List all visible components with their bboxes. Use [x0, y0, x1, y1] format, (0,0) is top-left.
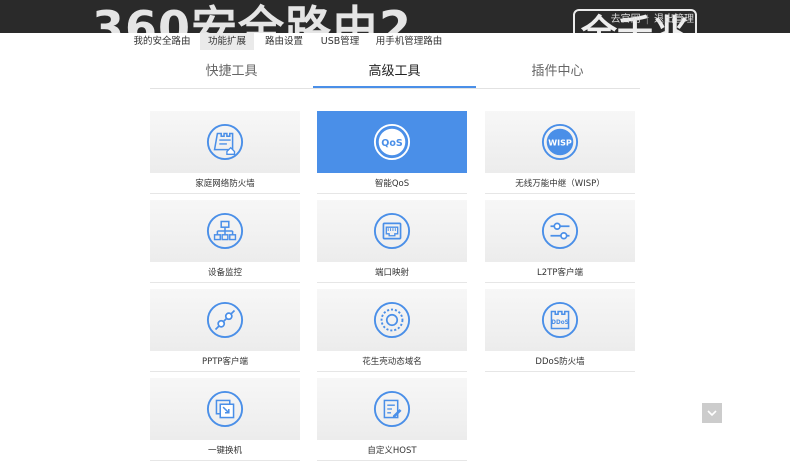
- tool-card-device-monitor[interactable]: 设备监控: [150, 200, 300, 283]
- tool-label: 智能QoS: [317, 173, 467, 194]
- tool-card-port-mapping[interactable]: 端口映射: [317, 200, 467, 283]
- tool-label: 端口映射: [317, 262, 467, 283]
- brand-logo: 360安全路由2: [92, 1, 413, 33]
- ddos-firewall-icon: DDoS: [541, 301, 579, 339]
- main-nav: 我的安全路由 功能扩展 路由设置 USB管理 用手机管理路由: [0, 33, 790, 50]
- nav-mobile[interactable]: 用手机管理路由: [375, 33, 443, 50]
- tool-card-qos[interactable]: QoS 智能QoS: [317, 111, 467, 194]
- tool-tabs: 快捷工具 高级工具 插件中心: [150, 60, 640, 89]
- tool-card-one-click-switch[interactable]: 一键换机: [150, 378, 300, 461]
- nav-my-router[interactable]: 我的安全路由: [133, 33, 191, 50]
- tool-card-l2tp[interactable]: L2TP客户端: [485, 200, 635, 283]
- tab-quick-tools[interactable]: 快捷工具: [150, 60, 313, 87]
- ddns-peanut-icon: [373, 301, 411, 339]
- tool-card-ddns[interactable]: 花生壳动态域名: [317, 289, 467, 372]
- tool-label: 一键换机: [150, 440, 300, 461]
- tool-label: PPTP客户端: [150, 351, 300, 372]
- tool-card-custom-host[interactable]: 自定义HOST: [317, 378, 467, 461]
- top-header: 360安全路由2 全千兆 去官网|退出管理: [0, 0, 790, 33]
- qos-icon: QoS: [373, 123, 411, 161]
- tool-label: 设备监控: [150, 262, 300, 283]
- tool-card-wisp[interactable]: WISP 无线万能中继（WISP）: [485, 111, 635, 194]
- pptp-icon: [206, 301, 244, 339]
- custom-host-icon: [373, 390, 411, 428]
- chevron-down-icon: [707, 410, 717, 417]
- wisp-icon-text: WISP: [548, 138, 572, 147]
- official-site-link[interactable]: 去官网: [611, 14, 641, 25]
- tool-label: 家庭网络防火墙: [150, 173, 300, 194]
- header-links: 去官网 | 退出管理: [611, 10, 694, 25]
- wisp-icon: WISP: [541, 123, 579, 161]
- one-click-switch-icon: [206, 390, 244, 428]
- scroll-down-button[interactable]: [702, 403, 722, 423]
- tool-label: L2TP客户端: [485, 262, 635, 283]
- l2tp-icon: [541, 212, 579, 250]
- home-firewall-icon: [206, 123, 244, 161]
- tool-label: 花生壳动态域名: [317, 351, 467, 372]
- tab-advanced-tools[interactable]: 高级工具: [313, 60, 476, 88]
- device-monitor-icon: [206, 212, 244, 250]
- tool-card-ddos[interactable]: DDoS DDoS防火墙: [485, 289, 635, 372]
- tool-label: 自定义HOST: [317, 440, 467, 461]
- tool-card-home-firewall[interactable]: 家庭网络防火墙: [150, 111, 300, 194]
- tool-label: 无线万能中继（WISP）: [485, 173, 635, 194]
- nav-extensions[interactable]: 功能扩展: [200, 33, 254, 50]
- ddos-icon-text: DDoS: [551, 320, 568, 326]
- tool-card-pptp[interactable]: PPTP客户端: [150, 289, 300, 372]
- tool-label: DDoS防火墙: [485, 351, 635, 372]
- logout-link[interactable]: 退出管理: [654, 14, 694, 25]
- port-mapping-icon: [373, 212, 411, 250]
- qos-icon-text: QoS: [381, 138, 403, 149]
- nav-router-settings[interactable]: 路由设置: [262, 33, 306, 50]
- header-link-separator: |: [645, 14, 649, 25]
- tab-plugin-center[interactable]: 插件中心: [476, 60, 639, 87]
- nav-usb[interactable]: USB管理: [318, 33, 362, 50]
